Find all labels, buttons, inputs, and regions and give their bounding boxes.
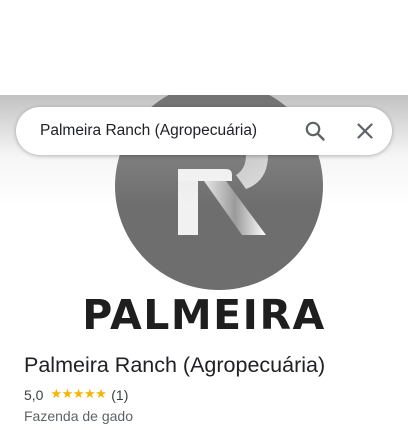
star-icon: ★ [83, 387, 96, 402]
star-icon: ★ [50, 387, 62, 402]
review-count-link[interactable]: (1) [111, 387, 128, 403]
star-icon: ★ [61, 387, 74, 402]
search-icon[interactable] [303, 119, 327, 143]
place-title: Palmeira Ranch (Agropecuária) [24, 353, 326, 377]
search-input[interactable]: Palmeira Ranch (Agropecuária) [40, 107, 257, 155]
close-icon[interactable] [353, 119, 377, 143]
place-page: PALMEIRA Palmeira Ranch (Agropecuária) P… [0, 0, 408, 430]
star-icon: ★ [95, 387, 107, 402]
rating-stars: ★ ★ ★ ★ ★ [50, 385, 106, 405]
rating-row[interactable]: 5,0 ★ ★ ★ ★ ★ (1) [24, 385, 128, 405]
search-bar[interactable]: Palmeira Ranch (Agropecuária) [16, 107, 392, 155]
place-category[interactable]: Fazenda de gado [24, 406, 133, 426]
star-icon: ★ [72, 387, 85, 402]
logo-wordmark: PALMEIRA [82, 291, 326, 339]
rating-value: 5,0 [24, 387, 44, 403]
